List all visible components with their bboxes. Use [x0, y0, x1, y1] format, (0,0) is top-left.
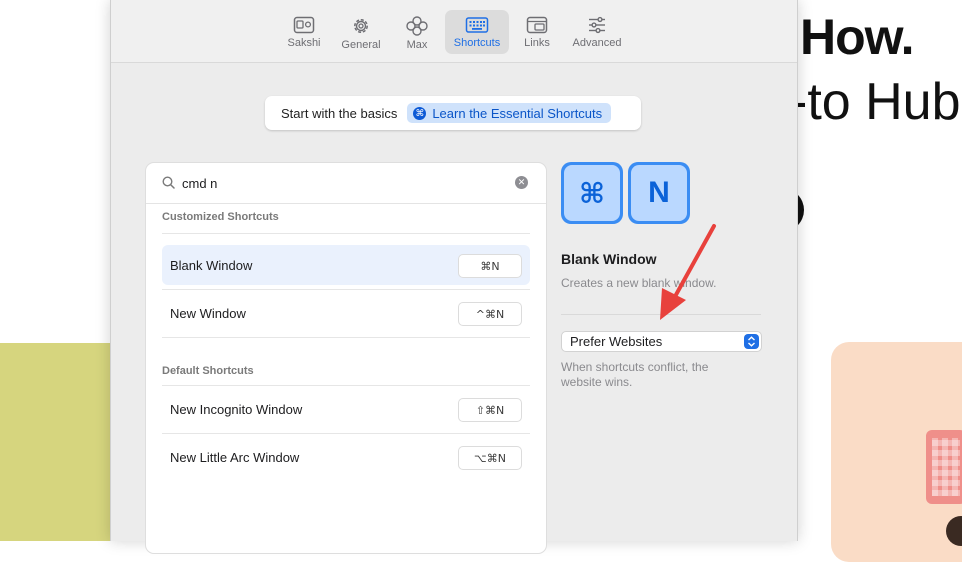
tab-label: Advanced — [572, 37, 622, 49]
select-value: Prefer Websites — [570, 334, 663, 349]
shortcut-label: New Incognito Window — [170, 401, 303, 417]
divider — [162, 233, 530, 234]
tab-general[interactable]: General — [337, 10, 385, 54]
customized-shortcuts-heading: Customized Shortcuts — [162, 211, 279, 223]
shortcut-row-new-incognito-window[interactable]: New Incognito Window ⇧⌘N — [162, 389, 530, 429]
tab-label: Shortcuts — [453, 37, 501, 49]
shortcut-label: New Window — [170, 305, 246, 321]
window-stack-icon — [526, 16, 548, 34]
annotation-arrow-icon — [660, 224, 716, 320]
divider — [162, 289, 530, 290]
divider — [162, 337, 530, 338]
conflict-preference-select[interactable]: Prefer Websites — [561, 331, 762, 352]
tab-label: General — [341, 39, 381, 51]
keyboard-icon — [465, 17, 489, 33]
command-icon: ⌘ — [413, 106, 427, 120]
clear-search-icon[interactable]: ✕ — [515, 176, 528, 189]
search-input[interactable] — [182, 173, 502, 193]
default-shortcuts-heading: Default Shortcuts — [162, 365, 254, 377]
sparkle-icon — [406, 16, 428, 36]
gear-icon — [354, 19, 368, 33]
shortcut-row-blank-window[interactable]: Blank Window ⌘N — [162, 245, 530, 285]
shortcut-keycap[interactable]: ⌘N — [458, 254, 522, 278]
learn-essential-shortcuts-button[interactable]: ⌘ Learn the Essential Shortcuts — [407, 103, 612, 123]
shortcut-keycap[interactable]: ⇧⌘N — [458, 398, 522, 422]
divider — [162, 433, 530, 434]
command-key-glyph: ⌘ — [564, 165, 620, 221]
tab-shortcuts[interactable]: Shortcuts — [445, 10, 509, 54]
conflict-note: When shortcuts conflict, the website win… — [561, 360, 709, 389]
tab-sakshi[interactable]: Sakshi — [281, 10, 327, 54]
tab-label: Links — [524, 37, 550, 49]
learn-button-label: Learn the Essential Shortcuts — [432, 105, 603, 121]
sliders-icon — [589, 16, 605, 34]
shortcut-row-new-little-arc-window[interactable]: New Little Arc Window ⌥⌘N — [162, 437, 530, 477]
chevron-up-down-icon — [744, 334, 759, 349]
settings-toolbar: Sakshi General Max Shortcuts Links Advan… — [111, 0, 797, 63]
tab-label: Sakshi — [287, 37, 321, 49]
divider — [162, 385, 530, 386]
n-key-glyph: N — [631, 165, 687, 221]
tab-links[interactable]: Links — [517, 10, 557, 54]
basics-bar: Start with the basics ⌘ Learn the Essent… — [265, 96, 641, 130]
search-icon — [162, 176, 175, 189]
background-subheadline: -to Hub — [790, 73, 961, 131]
n-key-display: N — [628, 162, 690, 224]
background-keyboard-illustration — [926, 430, 962, 504]
tab-advanced[interactable]: Advanced — [567, 10, 627, 54]
tab-max[interactable]: Max — [399, 10, 435, 54]
profile-card-icon — [293, 16, 315, 34]
shortcut-label: New Little Arc Window — [170, 449, 300, 465]
shortcut-row-new-window[interactable]: New Window ^⌘N — [162, 293, 530, 333]
basics-text: Start with the basics — [281, 105, 398, 121]
background-green-block — [0, 343, 112, 541]
shortcut-label: Blank Window — [170, 257, 253, 273]
search-bar: ✕ — [146, 163, 546, 204]
shortcut-keycap[interactable]: ^⌘N — [458, 302, 522, 326]
background-headline: How. — [800, 9, 915, 65]
tab-label: Max — [406, 39, 428, 51]
shortcut-detail-title: Blank Window — [561, 251, 657, 267]
command-key-display: ⌘ — [561, 162, 623, 224]
shortcut-keycap[interactable]: ⌥⌘N — [458, 446, 522, 470]
shortcuts-list-panel: ✕ Customized Shortcuts Blank Window ⌘N N… — [145, 162, 547, 554]
